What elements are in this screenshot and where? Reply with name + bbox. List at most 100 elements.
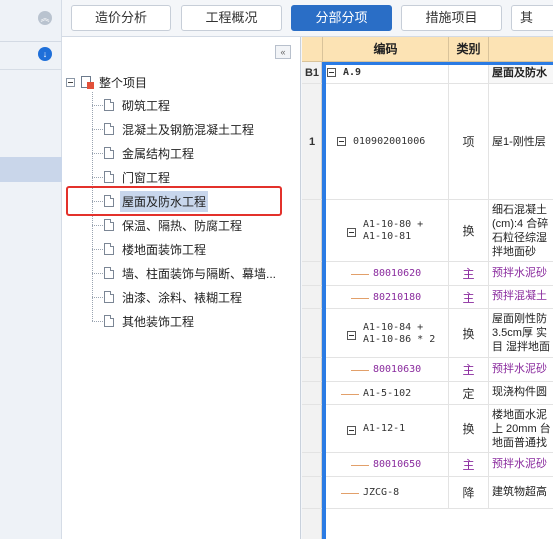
category-cell[interactable]: 主 bbox=[449, 358, 489, 381]
document-icon bbox=[104, 123, 114, 135]
name-cell[interactable]: 屋面刚性防3.5cm厚 实目 湿拌地面 bbox=[489, 309, 553, 357]
code-text: A1-5-102 bbox=[363, 387, 412, 399]
category-cell[interactable]: 主 bbox=[449, 453, 489, 476]
name-cell[interactable]: 现浇构件圆 bbox=[489, 382, 553, 404]
category-cell[interactable]: 主 bbox=[449, 286, 489, 308]
name-cell[interactable]: 细石混凝土(cm):4 合碎石粒径综湿拌地面砂 bbox=[489, 200, 553, 261]
code-cell[interactable]: A1-10-84 + A1-10-86 * 2 bbox=[323, 309, 449, 357]
tree-item-label: 保温、隔热、防腐工程 bbox=[122, 218, 243, 233]
tab-other[interactable]: 其 bbox=[511, 5, 553, 31]
code-cell[interactable]: 80010650 bbox=[323, 453, 449, 476]
table-row[interactable]: 80210180 主预拌混凝土 bbox=[302, 286, 553, 309]
tree-connector bbox=[92, 248, 103, 250]
name-cell[interactable]: 楼地面水泥上 20mm 台地面普通找 bbox=[489, 405, 553, 452]
tree-item-label: 金属结构工程 bbox=[122, 146, 195, 161]
name-cell[interactable]: 预拌水泥砂 bbox=[489, 453, 553, 476]
code-cell[interactable]: A.9 bbox=[323, 62, 449, 83]
table-row[interactable]: 80010650 主预拌水泥砂 bbox=[302, 453, 553, 477]
collapse-toggle-icon[interactable] bbox=[327, 68, 336, 77]
name-cell[interactable]: 预拌混凝土 bbox=[489, 286, 553, 308]
tree-item-paint[interactable]: 油漆、涂料、裱糊工程 bbox=[92, 286, 244, 308]
tree-item-masonry[interactable]: 砌筑工程 bbox=[92, 94, 172, 116]
category-cell[interactable] bbox=[449, 62, 489, 83]
tree-connector bbox=[92, 128, 103, 130]
tab-subitems[interactable]: 分部分项 bbox=[291, 5, 392, 31]
collapse-toggle-icon[interactable] bbox=[347, 426, 356, 435]
tree-connector bbox=[92, 296, 103, 298]
document-icon bbox=[104, 243, 114, 255]
code-cell[interactable]: A1-12-1 bbox=[323, 405, 449, 452]
table-row[interactable]: 80010620 主预拌水泥砂 bbox=[302, 262, 553, 286]
category-cell[interactable]: 定 bbox=[449, 382, 489, 404]
row-number bbox=[302, 358, 322, 381]
sidebar-selected-item[interactable] bbox=[0, 157, 62, 182]
code-text: A1-10-80 + A1-10-81 bbox=[363, 219, 424, 242]
row-number bbox=[302, 200, 322, 261]
document-icon bbox=[104, 315, 114, 327]
code-cell[interactable]: A1-10-80 + A1-10-81 bbox=[323, 200, 449, 261]
tree-item-doors-windows[interactable]: 门窗工程 bbox=[92, 166, 172, 188]
header-code[interactable]: 编码 bbox=[323, 37, 449, 62]
tree-item-label: 楼地面装饰工程 bbox=[122, 242, 207, 257]
row-number: 1 bbox=[308, 135, 316, 148]
category-cell[interactable]: 项 bbox=[449, 84, 489, 199]
tree-item-insulation[interactable]: 保温、隔热、防腐工程 bbox=[92, 214, 244, 236]
table-row[interactable]: A1-10-84 + A1-10-86 * 2 换屋面刚性防3.5cm厚 实目 湿… bbox=[302, 309, 553, 358]
tree-connector bbox=[92, 224, 103, 226]
tree-connector bbox=[92, 320, 103, 322]
tree-item-label: 门窗工程 bbox=[122, 170, 171, 185]
tab-cost-analysis[interactable]: 造价分析 bbox=[71, 5, 171, 31]
collapse-toggle-icon[interactable] bbox=[337, 137, 346, 146]
tree-root[interactable]: 整个项目 bbox=[66, 73, 147, 91]
table-row[interactable]: A1-12-1 换楼地面水泥上 20mm 台地面普通找 bbox=[302, 405, 553, 453]
tree-item-concrete[interactable]: 混凝土及钢筋混凝土工程 bbox=[92, 118, 256, 140]
code-text: A.9 bbox=[343, 67, 362, 78]
code-cell[interactable]: JZCG-8 bbox=[323, 477, 449, 508]
code-cell[interactable]: 80210180 bbox=[323, 286, 449, 308]
left-sidebar: ︽ ↓ bbox=[0, 0, 62, 539]
tree-item-floor[interactable]: 楼地面装饰工程 bbox=[92, 238, 208, 260]
category-cell[interactable]: 换 bbox=[449, 405, 489, 452]
tree-connector bbox=[351, 370, 369, 371]
category-cell[interactable]: 换 bbox=[449, 200, 489, 261]
tab-project-overview[interactable]: 工程概况 bbox=[181, 5, 282, 31]
tree-item-metal[interactable]: 金属结构工程 bbox=[92, 142, 196, 164]
row-number bbox=[302, 262, 322, 285]
collapse-pane-button[interactable]: « bbox=[275, 45, 291, 59]
table-row[interactable]: 1 010902001006 项屋1-刚性层 bbox=[302, 84, 553, 200]
header-category[interactable]: 类别 bbox=[449, 37, 489, 62]
tab-measures[interactable]: 措施项目 bbox=[401, 5, 502, 31]
table-row[interactable]: JZCG-8 降建筑物超高100m以内 bbox=[302, 477, 553, 509]
category-cell[interactable]: 主 bbox=[449, 262, 489, 285]
header-name[interactable] bbox=[489, 37, 553, 62]
code-cell[interactable]: 010902001006 bbox=[323, 84, 449, 199]
tree-connector bbox=[351, 297, 369, 299]
code-cell[interactable]: 80010620 bbox=[323, 262, 449, 285]
tree-connector bbox=[92, 272, 103, 274]
code-text: JZCG-8 bbox=[363, 487, 400, 498]
name-cell[interactable]: 预拌水泥砂 bbox=[489, 262, 553, 285]
name-cell[interactable]: 建筑物超高100m以内 bbox=[489, 477, 553, 508]
download-icon[interactable]: ↓ bbox=[38, 47, 52, 61]
collapse-toggle-icon[interactable] bbox=[66, 77, 75, 87]
category-cell[interactable]: 换 bbox=[449, 309, 489, 357]
collapse-toggle-icon[interactable] bbox=[347, 330, 356, 340]
code-cell[interactable]: A1-5-102 bbox=[323, 382, 449, 404]
collapse-toggle-icon[interactable] bbox=[347, 228, 356, 237]
table-row[interactable]: A1-5-102 定现浇构件圆 bbox=[302, 382, 553, 405]
name-cell[interactable]: 预拌水泥砂 bbox=[489, 358, 553, 381]
category-cell[interactable]: 降 bbox=[449, 477, 489, 508]
tree-connector bbox=[351, 274, 369, 275]
tree-item-other[interactable]: 其他装饰工程 bbox=[92, 310, 196, 332]
name-cell[interactable]: 屋1-刚性层 bbox=[489, 84, 553, 199]
table-row[interactable]: A1-10-80 + A1-10-81 换细石混凝土(cm):4 合碎石粒径综湿拌… bbox=[302, 200, 553, 262]
tree-item-wall[interactable]: 墙、柱面装饰与隔断、幕墙... bbox=[92, 262, 278, 284]
code-text: A1-12-1 bbox=[363, 423, 406, 434]
code-cell[interactable]: 80010630 bbox=[323, 358, 449, 381]
table-row[interactable]: 80010630 主预拌水泥砂 bbox=[302, 358, 553, 382]
table-row[interactable]: B1 A.9 屋面及防水 bbox=[302, 62, 553, 84]
selection-highlight-box bbox=[66, 186, 282, 216]
left-sidebar-header: ︽ bbox=[0, 0, 62, 42]
name-cell[interactable]: 屋面及防水 bbox=[489, 62, 553, 83]
collapse-up-icon[interactable]: ︽ bbox=[38, 11, 52, 25]
